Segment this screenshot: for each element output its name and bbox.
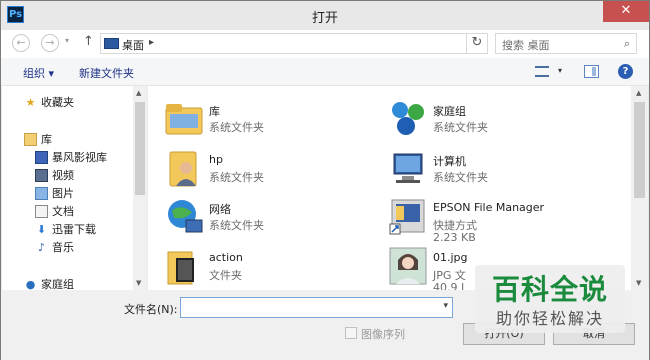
address-chevron-icon[interactable]: ▸ xyxy=(149,37,154,48)
file-name: EPSON File Manager xyxy=(433,201,545,214)
file-item-homegroup[interactable]: 家庭组 系统文件夹 xyxy=(388,95,608,143)
file-item-epson-file-manager[interactable]: EPSON File Manager 快捷方式 2.23 KB xyxy=(388,193,608,249)
sidebar-item-pictures[interactable]: 图片 xyxy=(35,184,74,202)
desktop-folder-icon xyxy=(104,38,119,49)
sidebar-item-baofeng-library[interactable]: 暴风影视库 xyxy=(35,148,107,166)
sidebar-item-documents[interactable]: 文档 xyxy=(35,202,74,220)
scroll-up-arrow-icon[interactable]: ▲ xyxy=(636,89,641,97)
file-type: 文件夹 xyxy=(209,269,242,282)
file-name: 计算机 xyxy=(433,155,466,168)
filename-field[interactable]: ▾ xyxy=(180,297,453,318)
filename-label: 文件名(N): xyxy=(124,303,178,316)
folder-icon xyxy=(167,251,194,285)
file-list: 库 系统文件夹 家庭组 系统文件夹 hp 系统文件夹 计算机 系统文件夹 网络 … xyxy=(148,86,648,290)
video-icon xyxy=(35,168,48,182)
file-item-library[interactable]: 库 系统文件夹 xyxy=(164,95,384,143)
sidebar-item-videos[interactable]: 视频 xyxy=(35,166,74,184)
refresh-button[interactable]: ↻ xyxy=(466,33,488,54)
pictures-icon xyxy=(35,186,48,200)
computer-icon xyxy=(393,153,423,183)
recent-locations-dropdown[interactable]: ▾ xyxy=(65,36,69,45)
navigation-pane: ★ 收藏夹 库 暴风影视库 视频 图片 文档 ⬇ 迅雷下载 ♪ 音乐 ● 家庭组… xyxy=(2,86,147,290)
file-name: action xyxy=(209,251,243,264)
help-icon[interactable]: ? xyxy=(618,64,633,79)
file-item-hp[interactable]: hp 系统文件夹 xyxy=(164,145,384,193)
sidebar-item-libraries[interactable]: 库 xyxy=(24,130,52,148)
image-sequence-checkbox[interactable] xyxy=(345,327,357,339)
file-size: 40.9 I xyxy=(433,281,465,290)
documents-icon xyxy=(35,204,48,218)
homegroup-icon xyxy=(392,102,424,135)
user-folder-icon xyxy=(169,151,197,187)
view-options-icon[interactable] xyxy=(535,66,549,77)
sidebar-item-label: 迅雷下载 xyxy=(52,223,96,236)
back-button[interactable]: ← xyxy=(12,34,30,52)
sidebar-item-label: 图片 xyxy=(52,187,74,200)
star-icon: ★ xyxy=(25,95,36,109)
sidebar-item-label: 家庭组 xyxy=(41,278,74,290)
view-dropdown-icon[interactable]: ▾ xyxy=(558,66,562,75)
file-type: 系统文件夹 xyxy=(209,219,264,232)
sidebar-item-label: 视频 xyxy=(52,169,74,182)
file-name: 库 xyxy=(209,105,220,118)
sidebar-item-homegroup[interactable]: ● 家庭组 xyxy=(24,275,74,291)
library-icon xyxy=(24,132,37,146)
file-name: 01.jpg xyxy=(433,251,468,264)
video-library-icon xyxy=(35,150,48,164)
sidebar-item-label: 文档 xyxy=(52,205,74,218)
search-icon[interactable]: ⌕ xyxy=(624,37,630,51)
sidebar-item-label: 库 xyxy=(41,133,52,146)
baike-watermark: 百科全说 助你轻松解决 xyxy=(475,265,625,333)
scroll-down-arrow-icon[interactable]: ▼ xyxy=(636,279,641,287)
file-item-network[interactable]: 网络 系统文件夹 xyxy=(164,193,384,241)
sidebar-item-favorites[interactable]: ★ 收藏夹 xyxy=(24,93,74,111)
scrollbar-thumb[interactable] xyxy=(135,102,145,195)
navigation-bar: ← → ▾ ↑ 桌面 ▸ ⌄ ↻ 搜索 桌面 ⌕ xyxy=(1,30,649,58)
sidebar-scrollbar[interactable]: ▲ ▼ xyxy=(133,86,147,290)
sidebar-item-label: 音乐 xyxy=(52,241,74,254)
file-name: 家庭组 xyxy=(433,105,466,118)
watermark-title: 百科全说 xyxy=(491,273,608,306)
new-folder-button[interactable]: 新建文件夹 xyxy=(79,65,134,81)
image-thumbnail-icon xyxy=(389,247,427,285)
window-title: 打开 xyxy=(311,11,338,26)
file-item-computer[interactable]: 计算机 系统文件夹 xyxy=(388,145,608,193)
filename-dropdown-icon[interactable]: ▾ xyxy=(443,301,448,311)
file-type: 系统文件夹 xyxy=(433,171,488,184)
scroll-up-arrow-icon[interactable]: ▲ xyxy=(136,89,141,97)
network-icon xyxy=(168,200,203,233)
command-bar: 组织 ▾ 新建文件夹 ▾ ? xyxy=(1,58,649,86)
address-path-desktop[interactable]: 桌面 xyxy=(122,37,144,53)
preview-pane-icon[interactable] xyxy=(584,65,599,78)
close-button[interactable]: ✕ xyxy=(603,1,649,22)
shortcut-icon xyxy=(389,199,425,235)
organize-button[interactable]: 组织 ▾ xyxy=(23,65,54,81)
music-icon: ♪ xyxy=(37,240,46,254)
forward-button[interactable]: → xyxy=(41,34,59,52)
watermark-subtitle: 助你轻松解决 xyxy=(495,309,604,328)
address-bar[interactable]: 桌面 ▸ ⌄ xyxy=(100,33,488,54)
sidebar-item-music[interactable]: ♪ 音乐 xyxy=(35,238,74,256)
up-folder-button[interactable]: ↑ xyxy=(83,34,94,49)
search-placeholder: 搜索 桌面 xyxy=(502,39,550,52)
library-folder-icon xyxy=(165,104,203,135)
homegroup-icon: ● xyxy=(25,277,36,291)
title-bar: Ps 打开 ✕ xyxy=(1,1,649,30)
sidebar-item-label: 暴风影视库 xyxy=(52,151,107,164)
scroll-down-arrow-icon[interactable]: ▼ xyxy=(136,279,141,287)
file-type: 系统文件夹 xyxy=(209,171,264,184)
search-input[interactable]: 搜索 桌面 ⌕ xyxy=(495,33,637,54)
download-icon: ⬇ xyxy=(36,222,47,236)
file-list-scrollbar[interactable]: ▲ ▼ xyxy=(631,86,648,290)
file-name: hp xyxy=(209,153,223,166)
file-type: 系统文件夹 xyxy=(433,121,488,134)
file-item-action[interactable]: action 文件夹 xyxy=(164,243,384,290)
scrollbar-thumb[interactable] xyxy=(634,102,645,198)
sidebar-item-xunlei-downloads[interactable]: ⬇ 迅雷下载 xyxy=(35,220,96,238)
file-name: 网络 xyxy=(209,203,231,216)
file-type: 系统文件夹 xyxy=(209,121,264,134)
image-sequence-label: 图像序列 xyxy=(361,328,405,341)
sidebar-item-label: 收藏夹 xyxy=(41,96,74,109)
